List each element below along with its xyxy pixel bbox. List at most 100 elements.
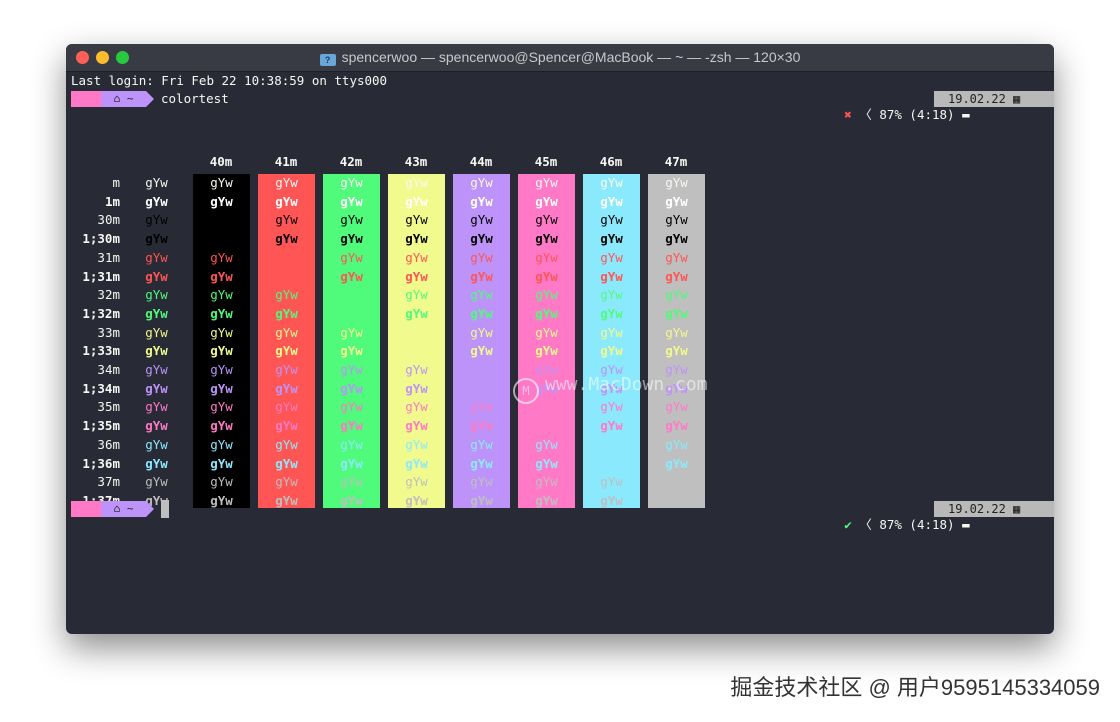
color-sample-cell: gYw — [405, 343, 428, 359]
color-sample-cell: gYw — [210, 399, 233, 415]
status-ok-icon: ✔ — [844, 517, 852, 532]
color-sample-cell: gYw — [340, 249, 363, 265]
color-sample-cell: gYw — [600, 436, 623, 452]
calendar-icon: ▦ — [1013, 502, 1021, 516]
color-sample-cell: gYw — [145, 249, 168, 265]
color-sample-cell: gYw — [210, 324, 233, 340]
color-sample-cell: gYw — [405, 492, 428, 508]
color-sample-cell: gYw — [210, 474, 233, 490]
color-sample-cell: gYw — [275, 380, 298, 396]
folder-icon: ? — [319, 54, 336, 66]
color-sample-cell: gYw — [210, 175, 233, 190]
row-label: 34m — [97, 362, 120, 377]
color-sample-cell: gYw — [535, 474, 558, 490]
color-sample-cell: gYw — [535, 418, 558, 434]
color-sample-cell: gYw — [275, 436, 298, 452]
color-sample-cell: gYw — [275, 474, 298, 490]
color-sample-cell: gYw — [535, 268, 558, 284]
row-label: 30m — [97, 212, 120, 228]
color-sample-cell: gYw — [405, 474, 428, 490]
date-segment-2: 19.02.22 ▦ — [934, 501, 1054, 517]
color-sample-cell: gYw — [275, 268, 298, 284]
color-sample-cell: gYw — [535, 492, 558, 508]
color-sample-cell: gYw — [210, 436, 233, 452]
color-sample-cell: gYw — [665, 343, 688, 359]
color-sample-cell: gYw — [210, 455, 233, 471]
terminal-content[interactable]: Last login: Fri Feb 22 10:38:59 on ttys0… — [66, 72, 1054, 634]
color-sample-cell: gYw — [275, 455, 298, 471]
color-sample-cell: gYw — [145, 343, 168, 359]
color-sample-cell: gYw — [600, 418, 623, 434]
color-sample-cell: gYw — [340, 436, 363, 452]
color-sample-cell: gYw — [340, 231, 363, 247]
color-sample-cell: gYw — [145, 399, 168, 415]
color-sample-cell: gYw — [210, 231, 233, 247]
prompt-dir-segment: ⌂ ~ — [101, 501, 146, 517]
color-sample-cell: gYw — [210, 193, 233, 209]
color-sample-cell: gYw — [340, 343, 363, 359]
color-sample-cell: gYw — [665, 268, 688, 284]
color-sample-cell: gYw — [470, 418, 493, 434]
color-sample-cell: gYw — [275, 492, 298, 508]
color-sample-cell: gYw — [340, 474, 363, 490]
color-sample-cell: gYw — [405, 362, 428, 377]
apple-icon — [71, 91, 101, 107]
color-sample-cell: gYw — [535, 287, 558, 303]
color-sample-cell: gYw — [210, 268, 233, 284]
color-sample-cell: gYw — [470, 287, 493, 303]
window-title: ? spencerwoo — spencerwoo@Spencer@MacBook… — [66, 44, 1054, 71]
color-sample-cell: gYw — [145, 231, 168, 247]
color-sample-cell: gYw — [600, 324, 623, 340]
color-sample-cell: gYw — [145, 175, 168, 190]
color-sample-cell: gYw — [405, 193, 428, 209]
color-sample-cell: gYw — [470, 193, 493, 209]
window-title-text: spencerwoo — spencerwoo@Spencer@MacBook … — [341, 49, 801, 65]
color-sample-cell: gYw — [210, 305, 233, 321]
color-sample-cell: gYw — [470, 399, 493, 415]
row-label: m — [112, 175, 120, 190]
color-sample-cell: gYw — [535, 175, 558, 190]
color-sample-cell: gYw — [470, 305, 493, 321]
prompt-dir-segment: ⌂ ~ — [101, 91, 146, 107]
color-sample-cell: gYw — [600, 268, 623, 284]
color-sample-cell: gYw — [145, 305, 168, 321]
color-sample-cell: gYw — [405, 212, 428, 228]
color-sample-cell: gYw — [665, 474, 688, 490]
row-label: 1;31m — [82, 268, 120, 284]
color-sample-cell: gYw — [275, 324, 298, 340]
color-sample-cell: gYw — [210, 212, 233, 228]
color-sample-cell: gYw — [275, 212, 298, 228]
color-sample-cell: gYw — [470, 175, 493, 190]
color-sample-cell: gYw — [145, 212, 168, 228]
row-label: 36m — [97, 436, 120, 452]
column-header: 46m — [599, 154, 623, 169]
column-header: 40m — [209, 154, 233, 169]
color-sample-cell: gYw — [145, 436, 168, 452]
color-sample-cell: gYw — [340, 362, 363, 377]
color-sample-cell: gYw — [340, 305, 363, 321]
color-sample-cell: gYw — [470, 268, 493, 284]
last-login-line: Last login: Fri Feb 22 10:38:59 on ttys0… — [71, 73, 388, 88]
color-sample-cell: gYw — [210, 362, 233, 377]
color-sample-cell: gYw — [340, 418, 363, 434]
color-sample-cell: gYw — [470, 343, 493, 359]
color-sample-cell: gYw — [210, 380, 233, 396]
row-label: 1m — [104, 193, 120, 209]
color-sample-cell: gYw — [275, 362, 298, 377]
color-sample-cell: gYw — [470, 212, 493, 228]
color-sample-cell: gYw — [405, 231, 428, 247]
color-sample-cell: gYw — [405, 324, 428, 340]
row-label: 1;33m — [82, 343, 120, 359]
color-sample-cell: gYw — [145, 455, 168, 471]
date-segment-1: 19.02.22 ▦ — [934, 91, 1054, 107]
color-sample-cell: gYw — [405, 436, 428, 452]
color-sample-cell: gYw — [470, 474, 493, 490]
color-sample-cell: gYw — [210, 249, 233, 265]
color-sample-cell: gYw — [665, 175, 688, 190]
calendar-icon: ▦ — [1013, 92, 1021, 106]
watermark-center-text: www.MacDown.com — [545, 374, 708, 395]
prompt-arrow — [146, 501, 154, 517]
color-sample-cell: gYw — [405, 380, 428, 396]
battery-status: 87% (4:18) — [879, 517, 955, 532]
color-sample-cell: gYw — [665, 231, 688, 247]
